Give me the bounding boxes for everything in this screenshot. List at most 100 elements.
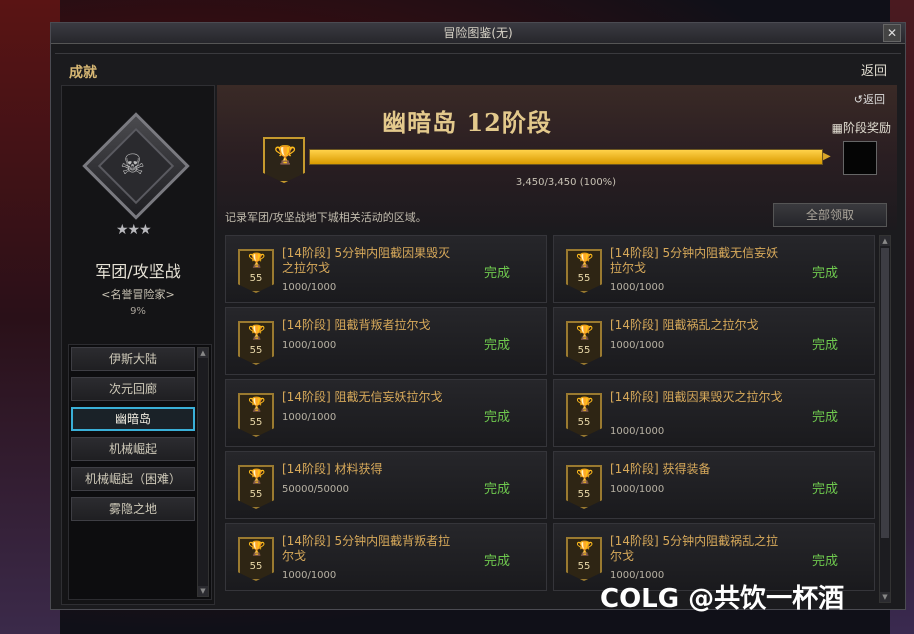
close-icon[interactable]: ✕ [883,24,901,42]
nav-item-mist-land[interactable]: 雾隐之地 [71,497,195,521]
nav-item-dark-island[interactable]: 幽暗岛 [71,407,195,431]
stage-reward-label: 阶段奖励 [842,121,891,135]
stage-reward-button[interactable]: ▦阶段奖励 [832,119,891,136]
window-title: 冒险图鉴(无) [443,26,513,40]
trophy-medal-icon: 🏆 55 [238,249,274,293]
achievement-status: 完成 [484,482,511,497]
medal-level: 55 [577,561,591,572]
return-button[interactable]: ↺返回 [854,91,885,107]
achievement-title: [14阶段] 阻截背叛者拉尔戈 [282,318,431,332]
trophy-medal-icon: 🏆 55 [238,321,274,365]
achievement-main: 幽暗岛 12阶段 ↺返回 ▦阶段奖励 🏆 ▶ 3,450/3,450 (100%… [217,85,897,603]
trophy-medal-icon: 🏆 55 [238,537,274,581]
rank-subtitle: <名誉冒险家> [101,288,175,301]
achievement-progress: 1000/1000 [282,412,337,423]
nav-item-mech-rise-hard[interactable]: 机械崛起（困难） [71,467,195,491]
achievement-progress: 1000/1000 [282,570,337,581]
trophy-medal-icon: 🏆 55 [566,249,602,293]
medal-level: 55 [577,417,591,428]
achievement-title: [14阶段] 阻截祸乱之拉尔戈 [610,318,759,332]
nav-item-dimension-corridor[interactable]: 次元回廊 [71,377,195,401]
return-button-top[interactable]: 返回 [861,60,887,79]
achievement-card[interactable]: 🏆 55 [14阶段] 阻截祸乱之拉尔戈 1000/1000 完成 [553,307,875,375]
return-label: 返回 [863,93,885,106]
medal-level: 55 [249,561,263,572]
adventure-codex-window: 冒险图鉴(无) ✕ 成就 返回 ☠ ★★★ 军团/攻坚战 <名誉冒险家> 9% … [50,22,906,610]
achievement-status: 完成 [484,266,511,281]
area-banner: 幽暗岛 12阶段 ↺返回 ▦阶段奖励 🏆 ▶ 3,450/3,450 (100%… [217,85,897,230]
window-titlebar[interactable]: 冒险图鉴(无) ✕ [51,23,905,44]
nav-item-mech-rise[interactable]: 机械崛起 [71,437,195,461]
progress-text: 3,450/3,450 (100%) [515,177,617,188]
achievement-status: 完成 [484,554,511,569]
achievement-status: 完成 [812,338,839,353]
achievement-card[interactable]: 🏆 55 [14阶段] 阻截因果毁灭之拉尔戈 1000/1000 完成 [553,379,875,447]
achievement-progress: 50000/50000 [282,484,349,495]
achievement-card[interactable]: 🏆 55 [14阶段] 5分钟内阻截背叛者拉尔戈 1000/1000 完成 [225,523,547,591]
achievement-progress: 1000/1000 [610,282,665,293]
medal-level: 55 [249,273,263,284]
achievement-card[interactable]: 🏆 55 [14阶段] 5分钟内阻截无信妄妖拉尔戈 1000/1000 完成 [553,235,875,303]
achievement-title: [14阶段] 阻截无信妄妖拉尔戈 [282,390,443,404]
achievement-grid: 🏆 55 [14阶段] 5分钟内阻截因果毁灭之拉尔戈 1000/1000 完成 🏆 55 [1… [225,235,877,603]
area-nav-list: 伊斯大陆 次元回廊 幽暗岛 机械崛起 机械崛起（困难） 雾隐之地 ▲ ▼ [68,344,212,600]
trophy-icon: 🏆 [576,397,594,413]
achievement-card[interactable]: 🏆 55 [14阶段] 获得装备 1000/1000 完成 [553,451,875,519]
trophy-icon: 🏆 [576,541,594,557]
trophy-icon: 🏆 [576,325,594,341]
stage-reward-slot[interactable] [843,141,877,175]
achievement-progress: 1000/1000 [610,426,665,437]
trophy-icon: 🏆 [248,397,266,413]
trophy-icon: 🏆 [248,325,266,341]
trophy-icon: 🏆 [248,469,266,485]
achievement-status: 完成 [812,266,839,281]
achievement-title: [14阶段] 材料获得 [282,462,383,476]
achievement-progress: 1000/1000 [610,484,665,495]
trophy-medal-icon: 🏆 55 [238,465,274,509]
demon-crest-icon: ☠ [120,148,146,181]
achievement-card[interactable]: 🏆 55 [14阶段] 阻截无信妄妖拉尔戈 1000/1000 完成 [225,379,547,447]
achievement-card[interactable]: 🏆 55 [14阶段] 5分钟内阻截因果毁灭之拉尔戈 1000/1000 完成 [225,235,547,303]
scroll-down-icon[interactable]: ▼ [198,586,208,596]
trophy-medal-icon: 🏆 55 [566,393,602,437]
achievement-status: 完成 [812,410,839,425]
achievement-progress: 1000/1000 [282,340,337,351]
achievement-title: [14阶段] 5分钟内阻截祸乱之拉尔戈 [610,534,779,563]
rank-percent: 9% [130,306,146,317]
medal-level: 55 [249,345,263,356]
achievement-status: 完成 [812,554,839,569]
medal-level: 55 [249,489,263,500]
area-title: 幽暗岛 12阶段 [382,108,552,137]
achievement-card[interactable]: 🏆 55 [14阶段] 阻截背叛者拉尔戈 1000/1000 完成 [225,307,547,375]
section-header: 成就 返回 [55,53,901,81]
claim-all-button[interactable]: 全部领取 [773,203,887,227]
scroll-up-icon[interactable]: ▲ [880,236,890,246]
achievement-progress: 1000/1000 [282,282,337,293]
scroll-down-icon[interactable]: ▼ [880,592,890,602]
medal-level: 55 [577,489,591,500]
medal-level: 55 [249,417,263,428]
achievement-title: [14阶段] 获得装备 [610,462,711,476]
achievement-status: 完成 [484,338,511,353]
category-panel: ☠ ★★★ 军团/攻坚战 <名誉冒险家> 9% 伊斯大陆 次元回廊 幽暗岛 机械… [61,85,215,605]
achievement-title: [14阶段] 阻截因果毁灭之拉尔戈 [610,390,783,404]
scroll-thumb[interactable] [881,248,889,538]
achievement-progress: 1000/1000 [610,340,665,351]
trophy-medal-icon: 🏆 55 [566,537,602,581]
achievement-title: [14阶段] 5分钟内阻截背叛者拉尔戈 [282,534,451,563]
scroll-up-icon[interactable]: ▲ [198,348,208,358]
trophy-medal-icon: 🏆 55 [238,393,274,437]
nav-item-isle[interactable]: 伊斯大陆 [71,347,195,371]
watermark: COLG @共饮一杯酒 [600,584,845,614]
achievement-title: [14阶段] 5分钟内阻截因果毁灭之拉尔戈 [282,246,451,275]
achievement-status: 完成 [812,482,839,497]
achievement-status: 完成 [484,410,511,425]
achievement-card[interactable]: 🏆 55 [14阶段] 材料获得 50000/50000 完成 [225,451,547,519]
achievement-scrollbar[interactable]: ▲ ▼ [879,235,891,603]
nav-scrollbar[interactable]: ▲ ▼ [197,347,209,597]
trophy-icon: 🏆 [576,253,594,269]
trophy-icon: 🏆 [576,469,594,485]
section-title: 成就 [69,65,97,81]
trophy-badge-icon: 🏆 [263,137,305,183]
trophy-icon: 🏆 [248,541,266,557]
